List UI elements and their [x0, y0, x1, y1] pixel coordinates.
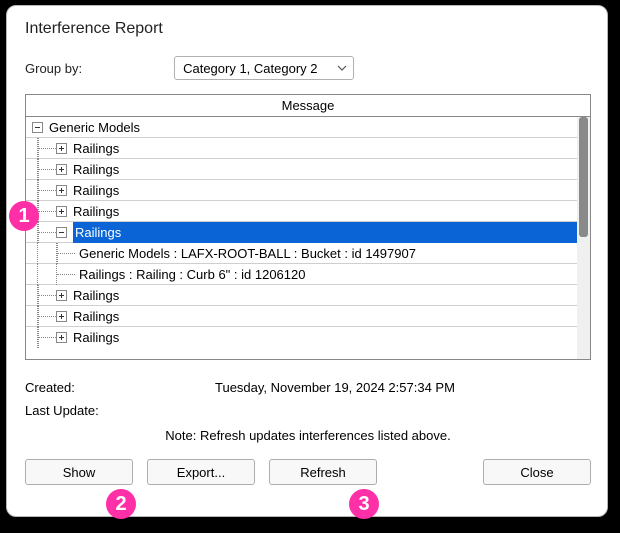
annotation-badge-1: 1	[9, 201, 39, 231]
tree-node-label: Generic Models	[49, 120, 140, 135]
group-by-dropdown[interactable]: Category 1, Category 2	[174, 56, 354, 80]
expand-icon[interactable]	[56, 206, 67, 217]
tree-body: Generic Models Railings Railings	[26, 117, 577, 359]
vertical-scrollbar[interactable]	[577, 117, 590, 359]
scrollbar-thumb[interactable]	[579, 117, 588, 237]
collapse-icon[interactable]	[32, 122, 43, 133]
tree-node[interactable]: Railings	[26, 180, 577, 201]
tree-node[interactable]: Railings	[26, 138, 577, 159]
export-button[interactable]: Export...	[147, 459, 255, 485]
expand-icon[interactable]	[56, 290, 67, 301]
group-by-row: Group by: Category 1, Category 2	[25, 56, 591, 80]
button-row: Show Export... Refresh Close	[25, 459, 591, 485]
tree-node-selected[interactable]: Railings	[26, 222, 577, 243]
expand-icon[interactable]	[56, 185, 67, 196]
tree-node-label: Railings	[73, 204, 119, 219]
tree-node[interactable]: Railings	[26, 327, 577, 348]
tree-node[interactable]: Railings	[26, 306, 577, 327]
tree-node-label: Railings	[73, 162, 119, 177]
annotation-badge-2: 2	[106, 489, 136, 519]
expand-icon[interactable]	[56, 311, 67, 322]
refresh-button[interactable]: Refresh	[269, 459, 377, 485]
expand-icon[interactable]	[56, 332, 67, 343]
expand-icon[interactable]	[56, 164, 67, 175]
created-label: Created:	[25, 380, 105, 395]
tree-node-label: Railings	[73, 330, 119, 345]
tree-node-label: Railings	[73, 222, 577, 243]
tree-leaf[interactable]: Railings : Railing : Curb 6" : id 120612…	[26, 264, 577, 285]
tree-node-label: Railings	[73, 288, 119, 303]
tree-node[interactable]: Railings	[26, 285, 577, 306]
expand-icon[interactable]	[56, 143, 67, 154]
tree-node[interactable]: Railings	[26, 201, 577, 222]
tree-node[interactable]: Railings	[26, 159, 577, 180]
tree-node-label: Railings	[73, 309, 119, 324]
tree-leaf-label: Railings : Railing : Curb 6" : id 120612…	[79, 267, 305, 282]
results-table: Message Generic Models Railings	[25, 94, 591, 360]
show-button[interactable]: Show	[25, 459, 133, 485]
metadata-block: Created: Tuesday, November 19, 2024 2:57…	[25, 380, 591, 443]
dialog-title: Interference Report	[25, 20, 591, 38]
created-value: Tuesday, November 19, 2024 2:57:34 PM	[215, 380, 455, 395]
close-button[interactable]: Close	[483, 459, 591, 485]
last-update-label: Last Update:	[25, 403, 105, 418]
tree-leaf-label: Generic Models : LAFX-ROOT-BALL : Bucket…	[79, 246, 416, 261]
tree-node-label: Railings	[73, 183, 119, 198]
note-text: Note: Refresh updates interferences list…	[25, 428, 591, 443]
column-header-message[interactable]: Message	[26, 95, 590, 117]
chevron-down-icon	[337, 61, 347, 76]
annotation-badge-3: 3	[349, 489, 379, 519]
tree-leaf[interactable]: Generic Models : LAFX-ROOT-BALL : Bucket…	[26, 243, 577, 264]
tree-node[interactable]: Generic Models	[26, 117, 577, 138]
group-by-value: Category 1, Category 2	[183, 61, 317, 76]
interference-report-window: Interference Report Group by: Category 1…	[6, 5, 608, 517]
group-by-label: Group by:	[25, 61, 82, 76]
tree-node-label: Railings	[73, 141, 119, 156]
collapse-icon[interactable]	[56, 227, 67, 238]
